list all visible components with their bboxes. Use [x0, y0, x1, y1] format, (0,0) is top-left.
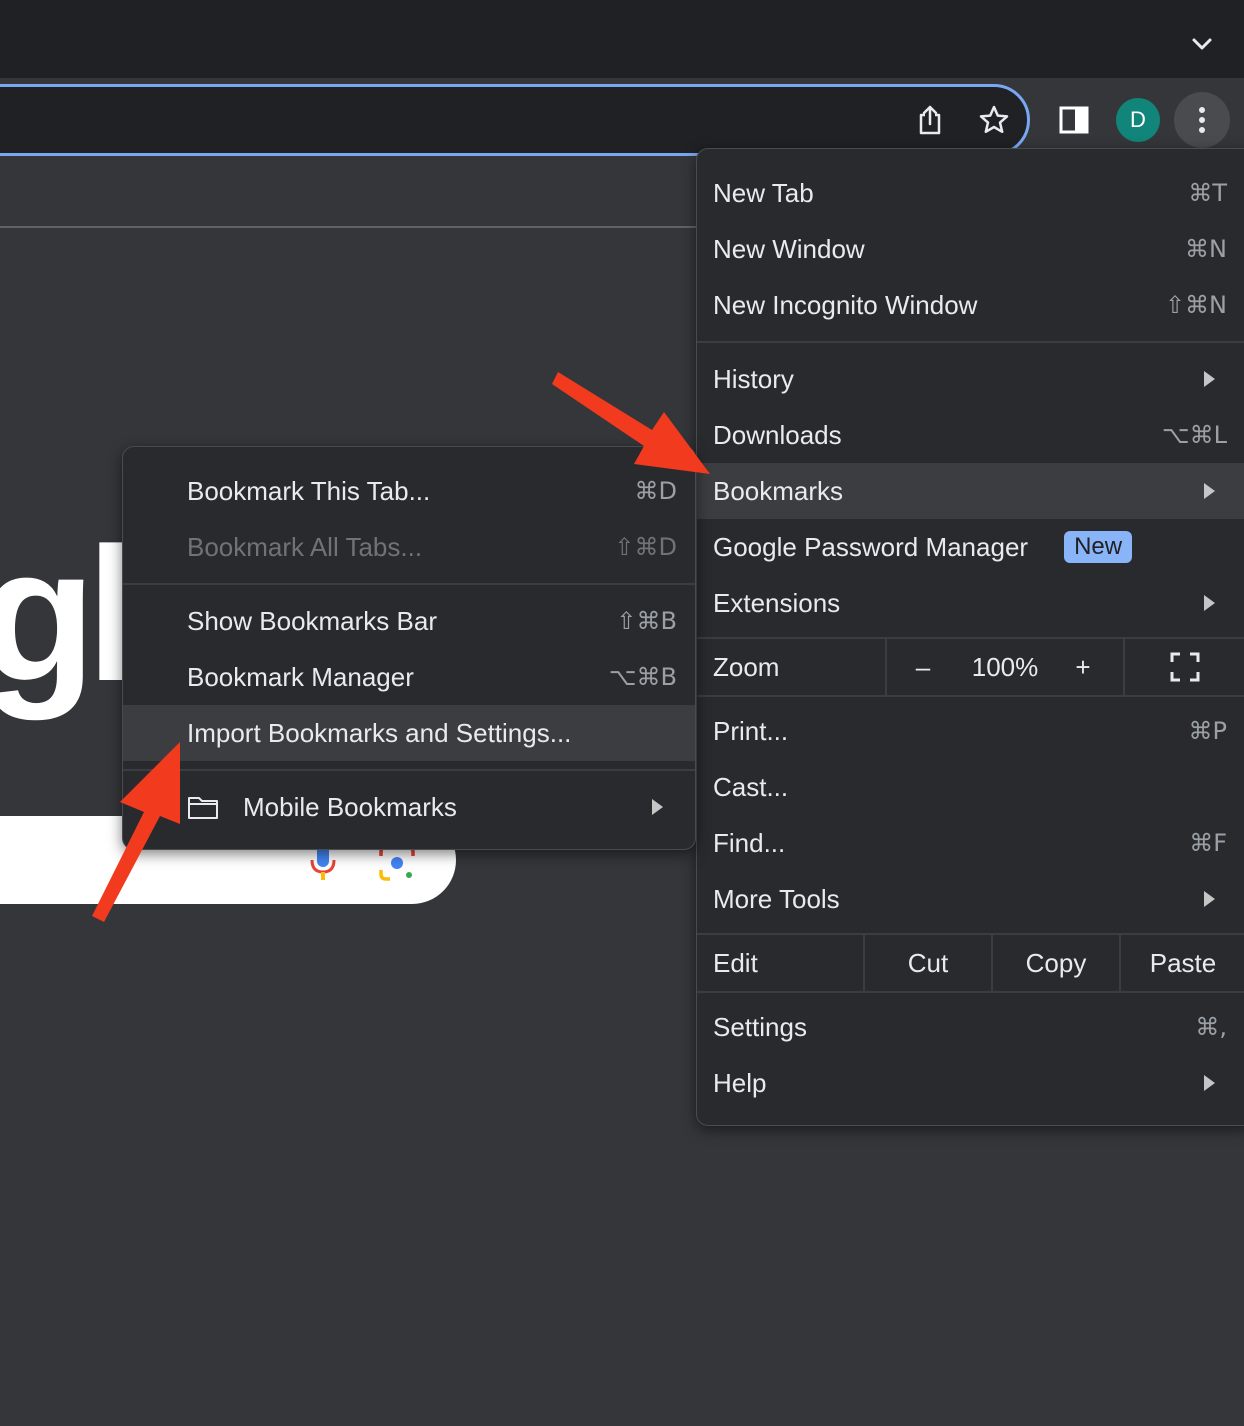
zoom-row: Zoom – 100% +	[697, 639, 1244, 695]
chrome-main-menu: New Tab ⌘T New Window ⌘N New Incognito W…	[696, 148, 1244, 1126]
tab-search-chevron-icon[interactable]	[1182, 30, 1222, 58]
menu-item-cast[interactable]: Cast...	[697, 759, 1244, 815]
zoom-divider	[1123, 639, 1125, 695]
menu-item-new-tab[interactable]: New Tab ⌘T	[697, 165, 1244, 221]
submenu-item-bookmark-manager[interactable]: Bookmark Manager ⌥⌘B	[123, 649, 695, 705]
submenu-item-import-bookmarks[interactable]: Import Bookmarks and Settings...	[123, 705, 695, 761]
menu-item-shortcut: ⇧⌘N	[1164, 291, 1227, 319]
submenu-item-bookmark-all-tabs: Bookmark All Tabs... ⇧⌘D	[123, 519, 695, 575]
menu-item-shortcut: ⌘,	[1195, 1013, 1227, 1041]
side-panel-icon[interactable]	[1052, 98, 1096, 142]
menu-item-find[interactable]: Find... ⌘F	[697, 815, 1244, 871]
menu-item-shortcut: ⌘N	[1185, 235, 1227, 263]
menu-item-label: More Tools	[713, 883, 840, 914]
bookmarks-bar-divider	[0, 226, 700, 228]
new-badge: New	[1064, 531, 1133, 563]
submenu-item-show-bookmarks-bar[interactable]: Show Bookmarks Bar ⇧⌘B	[123, 593, 695, 649]
menu-item-shortcut: ⇧⌘D	[614, 533, 677, 561]
fullscreen-icon[interactable]	[1137, 639, 1233, 695]
menu-item-label: Mobile Bookmarks	[243, 791, 457, 822]
menu-item-shortcut: ⌘D	[634, 477, 677, 505]
edit-label: Edit	[713, 947, 758, 978]
menu-separator	[123, 583, 695, 585]
zoom-level: 100%	[971, 651, 1039, 682]
cut-button[interactable]: Cut	[865, 935, 991, 991]
menu-item-label: Bookmark This Tab...	[187, 475, 431, 506]
menu-item-shortcut: ⌘T	[1188, 179, 1227, 207]
submenu-arrow-icon	[1204, 1075, 1215, 1091]
menu-item-label: Downloads	[713, 419, 842, 450]
menu-item-label: Help	[713, 1067, 767, 1098]
bookmark-star-icon[interactable]	[972, 98, 1016, 142]
share-icon[interactable]	[908, 98, 952, 142]
menu-separator	[123, 769, 695, 771]
menu-item-new-window[interactable]: New Window ⌘N	[697, 221, 1244, 277]
menu-item-label: History	[713, 363, 794, 394]
more-menu-icon[interactable]	[1174, 92, 1230, 148]
menu-item-password-manager[interactable]: Google Password Manager New	[697, 519, 1244, 575]
menu-item-label: New Incognito Window	[713, 289, 978, 320]
menu-item-label: Settings	[713, 1011, 807, 1042]
menu-item-shortcut: ⌘P	[1188, 717, 1227, 745]
submenu-arrow-icon	[1204, 483, 1215, 499]
zoom-out-button[interactable]: –	[897, 639, 949, 695]
menu-item-label: Google Password Manager	[713, 531, 1029, 562]
menu-item-label: Bookmark All Tabs...	[187, 531, 423, 562]
menu-item-label: Bookmarks	[713, 475, 844, 506]
menu-item-label: Find...	[713, 827, 786, 858]
zoom-divider	[885, 639, 887, 695]
copy-button[interactable]: Copy	[993, 935, 1119, 991]
submenu-arrow-icon	[652, 799, 663, 815]
menu-separator	[697, 341, 1244, 343]
submenu-item-bookmark-this-tab[interactable]: Bookmark This Tab... ⌘D	[123, 463, 695, 519]
menu-separator	[697, 695, 1244, 697]
submenu-arrow-icon	[1204, 595, 1215, 611]
menu-item-more-tools[interactable]: More Tools	[697, 871, 1244, 927]
menu-item-shortcut: ⇧⌘B	[616, 607, 677, 635]
menu-item-bookmarks[interactable]: Bookmarks	[697, 463, 1244, 519]
menu-item-label: Show Bookmarks Bar	[187, 605, 437, 636]
menu-separator	[697, 991, 1244, 993]
menu-item-extensions[interactable]: Extensions	[697, 575, 1244, 631]
menu-item-shortcut: ⌥⌘L	[1161, 421, 1227, 449]
folder-icon	[187, 794, 219, 820]
menu-item-print[interactable]: Print... ⌘P	[697, 703, 1244, 759]
submenu-item-mobile-bookmarks[interactable]: Mobile Bookmarks	[123, 779, 695, 835]
menu-item-history[interactable]: History	[697, 351, 1244, 407]
menu-item-label: New Tab	[713, 177, 814, 208]
menu-item-label: Bookmark Manager	[187, 661, 414, 692]
zoom-label: Zoom	[713, 651, 780, 682]
menu-item-label: New Window	[713, 233, 865, 264]
menu-item-shortcut: ⌥⌘B	[608, 663, 677, 691]
bookmarks-submenu: Bookmark This Tab... ⌘D Bookmark All Tab…	[122, 446, 696, 850]
menu-item-settings[interactable]: Settings ⌘,	[697, 999, 1244, 1055]
menu-item-label: Import Bookmarks and Settings...	[187, 717, 572, 748]
menu-item-label: Extensions	[713, 587, 841, 618]
menu-item-label: Print...	[713, 715, 789, 746]
address-bar[interactable]	[0, 84, 1030, 156]
profile-avatar[interactable]: D	[1116, 98, 1160, 142]
menu-item-new-incognito-window[interactable]: New Incognito Window ⇧⌘N	[697, 277, 1244, 333]
paste-button[interactable]: Paste	[1121, 935, 1244, 991]
edit-row: Edit Cut Copy Paste	[697, 935, 1244, 991]
menu-item-downloads[interactable]: Downloads ⌥⌘L	[697, 407, 1244, 463]
menu-item-help[interactable]: Help	[697, 1055, 1244, 1111]
tab-strip	[0, 0, 1244, 78]
google-logo: gle	[0, 520, 140, 721]
submenu-arrow-icon	[1204, 371, 1215, 387]
menu-item-shortcut: ⌘F	[1189, 829, 1227, 857]
zoom-in-button[interactable]: +	[1059, 639, 1107, 695]
submenu-arrow-icon	[1204, 891, 1215, 907]
menu-item-label: Cast...	[713, 771, 789, 802]
